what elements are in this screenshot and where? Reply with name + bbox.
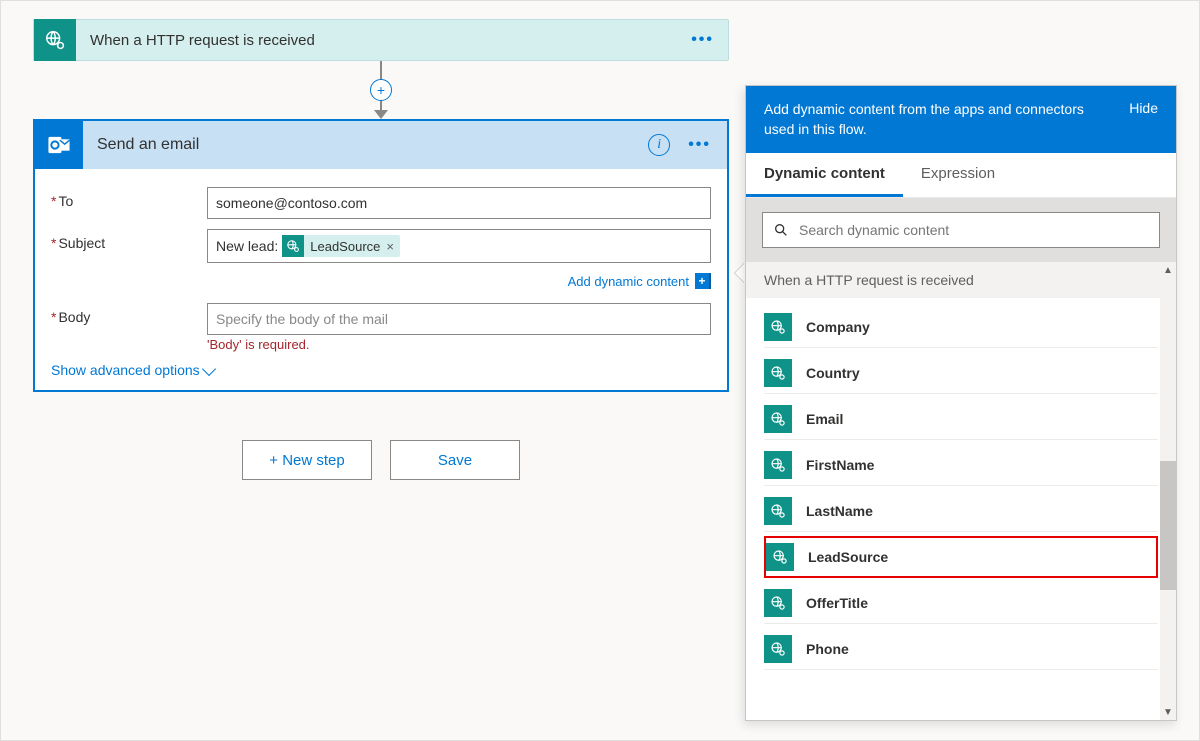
field-row-body: *Body Specify the body of the mail 'Body… xyxy=(51,303,711,352)
action-header[interactable]: Send an email i ••• xyxy=(35,121,727,169)
info-icon[interactable]: i xyxy=(648,134,670,156)
dc-item-offertitle[interactable]: OfferTitle xyxy=(764,582,1158,624)
dc-item-label: FirstName xyxy=(806,457,874,473)
dc-item-leadsource[interactable]: LeadSource xyxy=(764,536,1158,578)
required-star: * xyxy=(51,309,56,325)
trigger-card[interactable]: When a HTTP request is received ••• xyxy=(33,19,729,61)
dc-item-label: Country xyxy=(806,365,860,381)
trigger-title: When a HTTP request is received xyxy=(90,32,691,49)
tab-expression[interactable]: Expression xyxy=(903,153,1013,197)
add-dynamic-content-link[interactable]: Add dynamic content + xyxy=(207,273,711,289)
globe-gear-icon xyxy=(764,635,792,663)
globe-gear-icon xyxy=(764,451,792,479)
body-input[interactable]: Specify the body of the mail xyxy=(207,303,711,335)
globe-gear-icon xyxy=(764,359,792,387)
field-label-subject: *Subject xyxy=(51,229,207,251)
dc-group-title: When a HTTP request is received xyxy=(746,262,1176,298)
field-row-to: *To someone@contoso.com xyxy=(51,187,711,219)
hide-panel-link[interactable]: Hide xyxy=(1129,100,1158,116)
globe-gear-icon xyxy=(34,19,76,61)
action-more-icon[interactable]: ••• xyxy=(688,136,711,154)
field-label-to: *To xyxy=(51,187,207,209)
scrollbar[interactable]: ▲ ▼ xyxy=(1160,262,1176,720)
dynamic-token-leadsource[interactable]: LeadSource × xyxy=(282,235,400,257)
new-step-button[interactable]: + New step xyxy=(242,440,372,480)
dc-item-lastname[interactable]: LastName xyxy=(764,490,1158,532)
plus-icon: + xyxy=(695,273,711,289)
dc-search-row xyxy=(746,198,1176,262)
dc-item-label: LeadSource xyxy=(808,549,888,565)
scroll-down-icon[interactable]: ▼ xyxy=(1160,704,1176,720)
field-row-subject: *Subject New lead: LeadSource xyxy=(51,229,711,263)
dc-item-firstname[interactable]: FirstName xyxy=(764,444,1158,486)
dc-search[interactable] xyxy=(762,212,1160,248)
trigger-more-icon[interactable]: ••• xyxy=(691,31,714,49)
dc-search-input[interactable] xyxy=(799,222,1149,238)
dc-header: Add dynamic content from the apps and co… xyxy=(746,86,1176,153)
dc-item-label: Email xyxy=(806,411,843,427)
tab-dynamic-content[interactable]: Dynamic content xyxy=(746,153,903,197)
token-remove-icon[interactable]: × xyxy=(386,239,394,254)
outlook-icon xyxy=(35,121,83,169)
required-star: * xyxy=(51,235,56,251)
globe-gear-icon xyxy=(764,313,792,341)
dc-description: Add dynamic content from the apps and co… xyxy=(764,100,1111,139)
dc-item-phone[interactable]: Phone xyxy=(764,628,1158,670)
insert-step-button[interactable]: + xyxy=(370,79,392,101)
globe-gear-icon xyxy=(764,497,792,525)
globe-gear-icon xyxy=(766,543,794,571)
scroll-up-icon[interactable]: ▲ xyxy=(1160,262,1176,278)
field-label-body: *Body xyxy=(51,303,207,325)
globe-gear-icon xyxy=(764,589,792,617)
panel-pointer xyxy=(735,263,745,283)
dynamic-content-panel: Add dynamic content from the apps and co… xyxy=(745,85,1177,721)
search-icon xyxy=(773,222,789,238)
globe-gear-icon xyxy=(282,235,304,257)
dc-item-label: Phone xyxy=(806,641,849,657)
dc-item-email[interactable]: Email xyxy=(764,398,1158,440)
subject-input[interactable]: New lead: LeadSource × xyxy=(207,229,711,263)
required-star: * xyxy=(51,193,56,209)
bottom-buttons: + New step Save xyxy=(33,440,729,480)
save-button[interactable]: Save xyxy=(390,440,520,480)
connector-arrow: + xyxy=(33,61,729,119)
show-advanced-link[interactable]: Show advanced options xyxy=(51,362,711,378)
dc-item-company[interactable]: Company xyxy=(764,306,1158,348)
dc-item-label: LastName xyxy=(806,503,873,519)
body-error: 'Body' is required. xyxy=(207,337,711,352)
dc-list: When a HTTP request is received Company C… xyxy=(746,262,1176,720)
to-input[interactable]: someone@contoso.com xyxy=(207,187,711,219)
chevron-down-icon xyxy=(202,361,216,375)
globe-gear-icon xyxy=(764,405,792,433)
action-title: Send an email xyxy=(97,136,648,154)
action-card-send-email: Send an email i ••• *To someone@contoso.… xyxy=(33,119,729,392)
dc-tabs: Dynamic content Expression xyxy=(746,153,1176,198)
dc-item-label: OfferTitle xyxy=(806,595,868,611)
dc-item-label: Company xyxy=(806,319,870,335)
dc-item-country[interactable]: Country xyxy=(764,352,1158,394)
